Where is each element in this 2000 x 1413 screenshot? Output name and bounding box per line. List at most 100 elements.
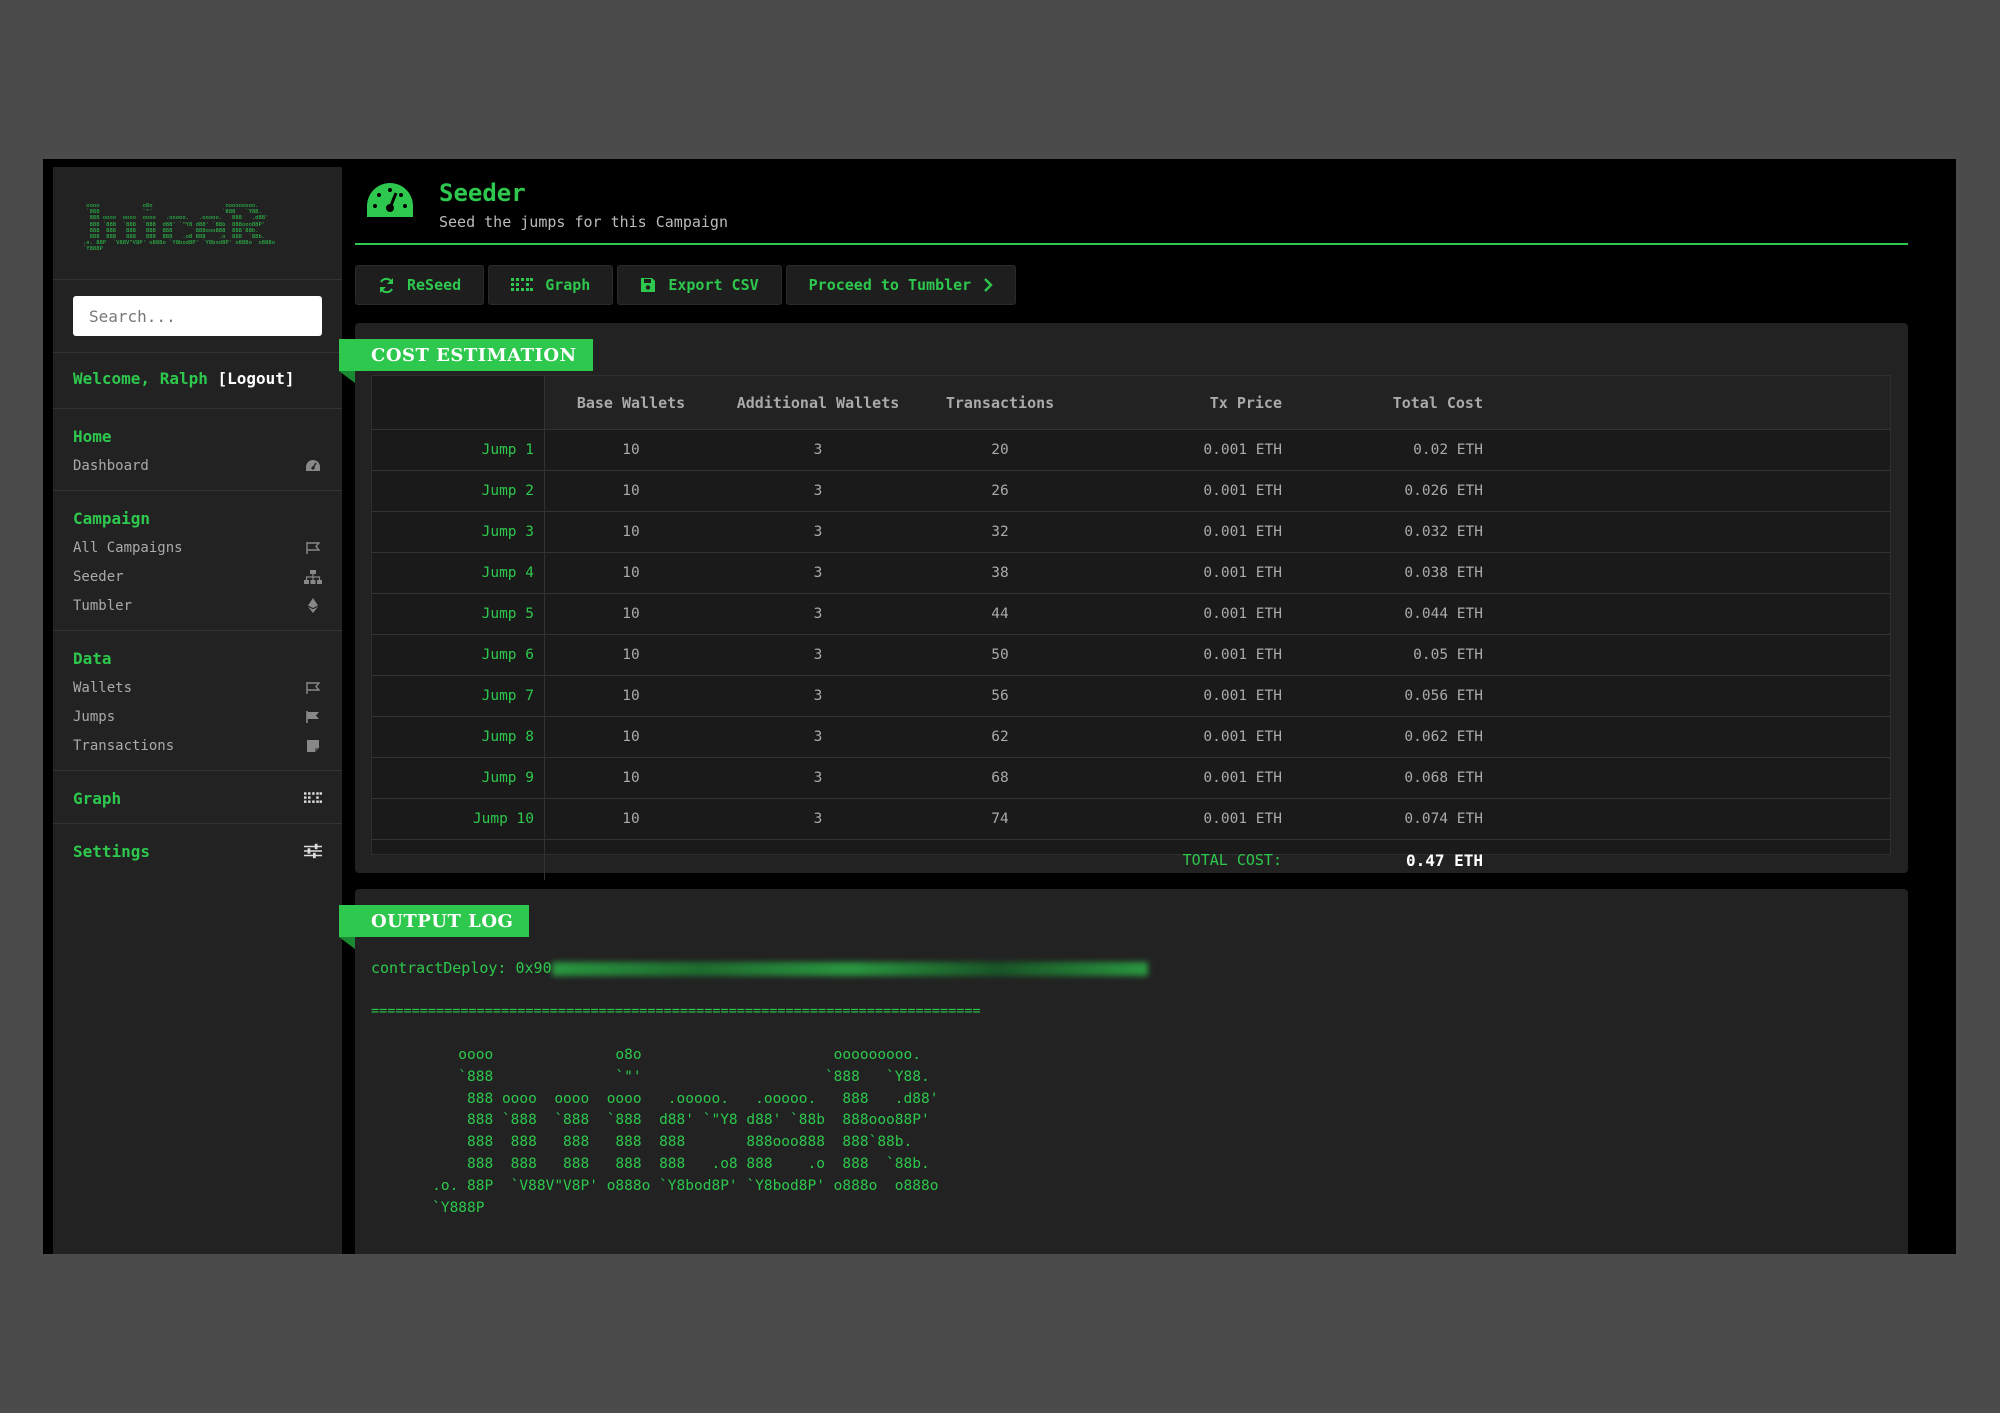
total-row-spacer bbox=[372, 839, 545, 880]
jump-label[interactable]: Jump 3 bbox=[372, 511, 545, 553]
table-row: Jump 1 10 3 20 0.001 ETH 0.02 ETH bbox=[372, 429, 1890, 471]
welcome-text: Welcome, Ralph bbox=[73, 369, 208, 388]
search-container bbox=[53, 280, 342, 353]
total-cost-cell: 0.026 ETH bbox=[1282, 470, 1484, 512]
jump-label[interactable]: Jump 4 bbox=[372, 552, 545, 594]
sidebar: oooo o8o ooooooooo. `888 `"' `888 `Y88. … bbox=[53, 167, 342, 1254]
total-row-empty bbox=[544, 839, 1081, 880]
table-row: Jump 4 10 3 38 0.001 ETH 0.038 ETH bbox=[372, 552, 1890, 594]
total-cost-cell: 0.05 ETH bbox=[1282, 634, 1484, 676]
tx-price-cell: 0.001 ETH bbox=[1081, 634, 1282, 676]
transactions-cell: 32 bbox=[919, 511, 1081, 553]
sidebar-item-wallets[interactable]: Wallets bbox=[73, 677, 322, 698]
sidebar-item-jumps[interactable]: Jumps bbox=[73, 706, 322, 727]
transactions-cell: 50 bbox=[919, 634, 1081, 676]
table-row: Jump 5 10 3 44 0.001 ETH 0.044 ETH bbox=[372, 593, 1890, 635]
sidebar-item-all-campaigns[interactable]: All Campaigns bbox=[73, 537, 322, 558]
tx-price-cell: 0.001 ETH bbox=[1081, 511, 1282, 553]
total-cost-label: TOTAL COST: bbox=[1081, 839, 1282, 880]
tx-price-cell: 0.001 ETH bbox=[1081, 593, 1282, 635]
jump-label[interactable]: Jump 8 bbox=[372, 716, 545, 758]
app-window: oooo o8o ooooooooo. `888 `"' `888 `Y88. … bbox=[43, 159, 1956, 1254]
output-log-panel: OUTPUT LOG contractDeploy: 0x90 ========… bbox=[339, 889, 1908, 1254]
additional-wallets-cell: 3 bbox=[717, 593, 919, 635]
nav-section-data: Data Wallets Jumps Transactions bbox=[53, 631, 342, 771]
search-input[interactable] bbox=[73, 296, 322, 336]
sidebar-item-label: Transactions bbox=[73, 737, 175, 754]
export-csv-label: Export CSV bbox=[668, 276, 759, 294]
graph-button[interactable]: Graph bbox=[488, 265, 614, 305]
redacted-address bbox=[551, 961, 1148, 976]
table-row: Jump 6 10 3 50 0.001 ETH 0.05 ETH bbox=[372, 634, 1890, 676]
total-cost-cell: 0.074 ETH bbox=[1282, 798, 1484, 840]
transactions-cell: 74 bbox=[919, 798, 1081, 840]
sidebar-item-label: Graph bbox=[73, 788, 122, 808]
sidebar-item-dashboard[interactable]: Dashboard bbox=[73, 455, 322, 476]
base-wallets-cell: 10 bbox=[544, 757, 717, 799]
transactions-cell: 20 bbox=[919, 429, 1081, 471]
jump-label[interactable]: Jump 2 bbox=[372, 470, 545, 512]
logo[interactable]: oooo o8o ooooooooo. `888 `"' `888 `Y88. … bbox=[53, 167, 342, 280]
nav-heading-home[interactable]: Home bbox=[73, 425, 322, 447]
column-header: Total Cost bbox=[1282, 376, 1484, 430]
filler-cell bbox=[1484, 593, 1890, 635]
table-row: Jump 9 10 3 68 0.001 ETH 0.068 ETH bbox=[372, 757, 1890, 799]
sidebar-item-label: All Campaigns bbox=[73, 539, 183, 556]
table-header-row: Base Wallets Additional Wallets Transact… bbox=[372, 376, 1890, 430]
total-cost-cell: 0.02 ETH bbox=[1282, 429, 1484, 471]
base-wallets-cell: 10 bbox=[544, 634, 717, 676]
sidebar-item-label: Jumps bbox=[73, 708, 116, 725]
sitemap-icon bbox=[304, 569, 322, 585]
tx-price-cell: 0.001 ETH bbox=[1081, 757, 1282, 799]
sidebar-item-seeder[interactable]: Seeder bbox=[73, 566, 322, 587]
filler-cell bbox=[1484, 716, 1890, 758]
jump-label[interactable]: Jump 5 bbox=[372, 593, 545, 635]
column-header: Tx Price bbox=[1081, 376, 1282, 430]
total-row: TOTAL COST: 0.47 ETH bbox=[372, 839, 1890, 880]
jump-label[interactable]: Jump 1 bbox=[372, 429, 545, 471]
additional-wallets-cell: 3 bbox=[717, 470, 919, 512]
page-header: Seeder Seed the jumps for this Campaign bbox=[355, 177, 1908, 245]
base-wallets-cell: 10 bbox=[544, 429, 717, 471]
column-header: Additional Wallets bbox=[717, 376, 919, 430]
base-wallets-cell: 10 bbox=[544, 552, 717, 594]
column-header: Transactions bbox=[919, 376, 1081, 430]
export-csv-button[interactable]: Export CSV bbox=[617, 265, 782, 305]
nav-heading-data[interactable]: Data bbox=[73, 647, 322, 669]
filler-cell bbox=[1484, 675, 1890, 717]
jump-label[interactable]: Jump 10 bbox=[372, 798, 545, 840]
sidebar-item-label: Dashboard bbox=[73, 457, 149, 474]
total-cost-value: 0.47 ETH bbox=[1282, 839, 1484, 880]
logout-link[interactable]: [Logout] bbox=[218, 369, 295, 388]
jump-label[interactable]: Jump 7 bbox=[372, 675, 545, 717]
sidebar-item-graph[interactable]: Graph bbox=[73, 787, 322, 809]
total-cost-cell: 0.032 ETH bbox=[1282, 511, 1484, 553]
total-cost-cell: 0.044 ETH bbox=[1282, 593, 1484, 635]
jump-label[interactable]: Jump 6 bbox=[372, 634, 545, 676]
nav-heading-campaign[interactable]: Campaign bbox=[73, 507, 322, 529]
sidebar-item-label: Settings bbox=[73, 841, 151, 861]
logo-ascii: oooo o8o ooooooooo. `888 `"' `888 `Y88. … bbox=[83, 203, 276, 253]
flag-outline-icon bbox=[304, 680, 322, 696]
additional-wallets-cell: 3 bbox=[717, 675, 919, 717]
base-wallets-cell: 10 bbox=[544, 716, 717, 758]
table-row: Jump 7 10 3 56 0.001 ETH 0.056 ETH bbox=[372, 675, 1890, 717]
reseed-button[interactable]: ReSeed bbox=[355, 265, 485, 305]
transactions-cell: 44 bbox=[919, 593, 1081, 635]
nav-section-graph: Graph bbox=[53, 771, 342, 824]
sidebar-item-tumbler[interactable]: Tumbler bbox=[73, 595, 322, 616]
filler-cell bbox=[1484, 429, 1890, 471]
page-title: Seeder bbox=[439, 179, 526, 207]
additional-wallets-cell: 3 bbox=[717, 716, 919, 758]
base-wallets-cell: 10 bbox=[544, 511, 717, 553]
sidebar-item-transactions[interactable]: Transactions bbox=[73, 735, 322, 756]
sidebar-item-settings[interactable]: Settings bbox=[73, 840, 322, 862]
base-wallets-cell: 10 bbox=[544, 675, 717, 717]
proceed-to-tumbler-button[interactable]: Proceed to Tumbler bbox=[785, 265, 1017, 305]
nav-section-campaign: Campaign All Campaigns Seeder Tumbler bbox=[53, 491, 342, 631]
save-icon bbox=[640, 277, 656, 293]
contract-deploy-text: contractDeploy: 0x90 bbox=[371, 959, 552, 977]
flag-outline-icon bbox=[304, 540, 322, 556]
transactions-cell: 38 bbox=[919, 552, 1081, 594]
jump-label[interactable]: Jump 9 bbox=[372, 757, 545, 799]
